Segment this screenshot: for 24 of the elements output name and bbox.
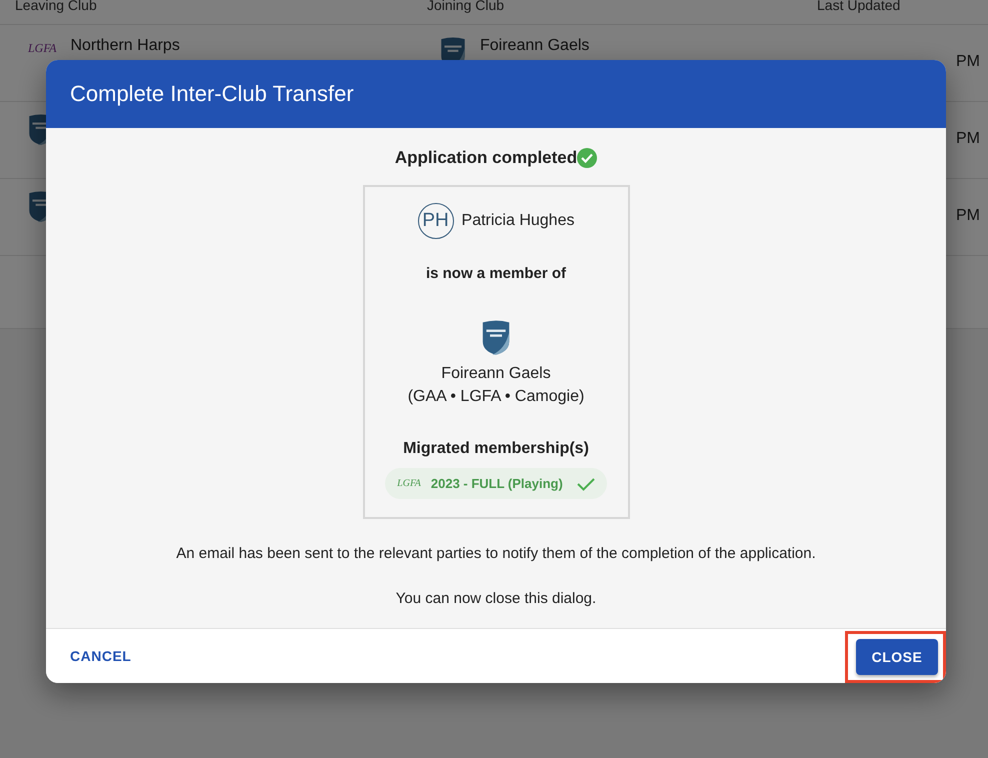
status-text: Application completed [394,148,578,168]
table-cell: PM [956,53,980,71]
section-heading: Migrated membership(s) [403,440,589,458]
club-name: Foireann Gaels [441,364,551,384]
column-header: Last Updated [817,0,902,13]
table-cell: Foireann Gaels [480,37,590,55]
member-name: Patricia Hughes [462,212,574,230]
column-header: Joining Club [427,0,506,13]
email-message: An email has been sent to the relevant parties to notify them of the completion of the application. [176,545,816,562]
club-crest-icon [480,320,511,356]
club-codes: (GAA • LGFA • Camogie) [408,387,584,407]
membership-chip: LGFA 2023 - FULL (Playing) [385,468,607,499]
member-of-label: is now a member of [426,265,566,282]
check-circle-icon [577,148,598,168]
close-note: You can now close this dialog. [396,590,596,607]
table-cell: PM [956,207,980,225]
close-button[interactable]: CLOSE [856,639,938,675]
cancel-button[interactable]: CANCEL [62,640,140,672]
table-cell: Northern Harps [70,37,180,55]
table-cell: PM [956,130,980,148]
dialog-title: Complete Inter-Club Transfer [70,81,354,107]
column-header: Leaving Club [15,0,98,13]
avatar: PH [418,203,454,239]
association-logo: LGFA [28,41,56,56]
